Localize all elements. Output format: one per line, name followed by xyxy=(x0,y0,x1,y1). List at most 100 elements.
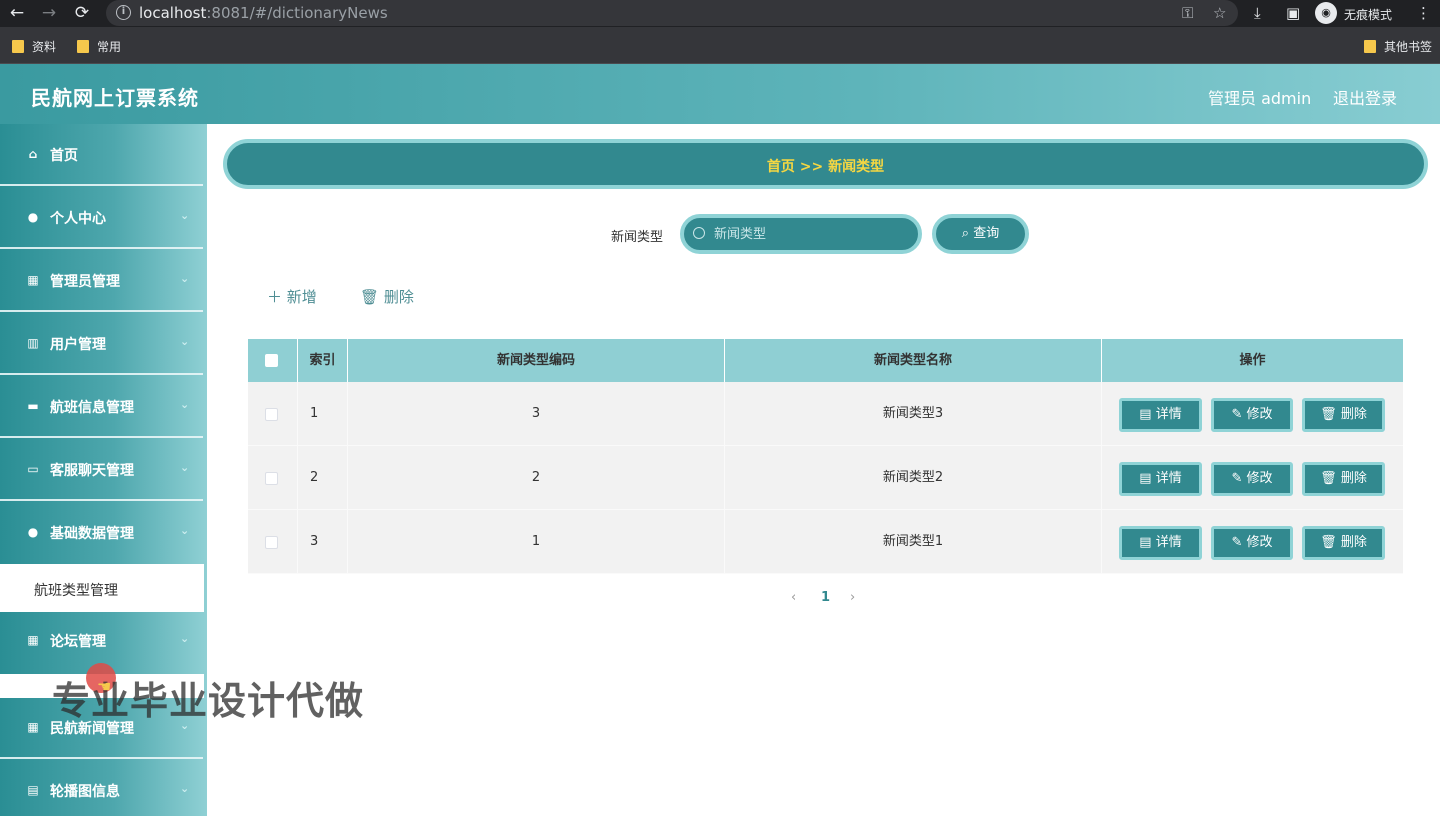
address-bar[interactable]: i localhost:8081/#/dictionaryNews ⚿ ☆ xyxy=(106,0,1238,26)
folder-icon xyxy=(1364,40,1376,53)
forward-icon[interactable]: → xyxy=(38,3,60,23)
sidebar-item-admins[interactable]: ▦ 管理员管理 ⌄ xyxy=(0,250,207,312)
app-header: 民航网上订票系统 管理员 admin 退出登录 xyxy=(0,64,1440,124)
incognito-icon[interactable]: ◉ xyxy=(1315,2,1337,24)
sidebar-item-flights[interactable]: ▬ 航班信息管理 ⌄ xyxy=(0,376,207,438)
search-icon xyxy=(693,227,705,239)
incognito-label[interactable]: 无痕模式 xyxy=(1344,6,1392,23)
search-icon: ⌕ xyxy=(961,226,974,241)
delete-button[interactable]: 🗑 删除 xyxy=(1302,398,1385,432)
sidebar-subitem-flight-type[interactable]: 航班类型管理 xyxy=(0,564,204,612)
trash-icon: 🗑 xyxy=(1320,535,1341,550)
sidebar-item-profile[interactable]: ● 个人中心 ⌄ xyxy=(0,187,207,249)
column-header[interactable]: 索引 xyxy=(298,339,348,382)
select-all-cell xyxy=(248,339,298,382)
breadcrumb-text[interactable]: 首页 >> 新闻类型 xyxy=(227,156,1424,176)
sidepanel-icon[interactable]: ▣ xyxy=(1286,4,1300,22)
pencil-icon: ✎ xyxy=(1231,471,1247,486)
detail-button[interactable]: ▤ 详情 xyxy=(1119,526,1202,560)
home-icon: ⌂ xyxy=(28,147,38,161)
row-select-cell xyxy=(248,510,298,574)
divider xyxy=(0,757,203,759)
row-index: 2 xyxy=(298,446,348,510)
row-checkbox[interactable] xyxy=(265,472,278,485)
row-checkbox[interactable] xyxy=(265,408,278,421)
logout-link[interactable]: 退出登录 xyxy=(1333,85,1397,109)
menu-icon[interactable]: ⋮ xyxy=(1416,4,1431,22)
trash-icon: 🗑 xyxy=(1320,407,1341,422)
delete-button[interactable]: 🗑 删除 xyxy=(1302,526,1385,560)
column-header[interactable]: 新闻类型编码 xyxy=(348,339,725,382)
column-header: 操作 xyxy=(1239,353,1266,368)
row-select-cell xyxy=(248,446,298,510)
plus-icon: ＋ xyxy=(267,288,283,306)
sidebar-item-users[interactable]: ▥ 用户管理 ⌄ xyxy=(0,313,207,375)
batch-delete-button[interactable]: 🗑 删除 xyxy=(360,286,414,307)
url-text[interactable]: localhost:8081/#/dictionaryNews xyxy=(139,4,388,22)
row-index: 1 xyxy=(298,382,348,446)
row-code: 1 xyxy=(348,510,725,574)
sidebar-item-chat[interactable]: ▭ 客服聊天管理 ⌄ xyxy=(0,439,207,501)
divider xyxy=(0,436,203,438)
edit-button[interactable]: ✎ 修改 xyxy=(1211,398,1293,432)
prev-page-icon[interactable]: ‹ xyxy=(791,590,796,605)
browser-toolbar: ← → ⟳ i localhost:8081/#/dictionaryNews … xyxy=(0,0,1440,27)
star-icon[interactable]: ☆ xyxy=(1213,4,1226,22)
other-bookmarks[interactable]: 其他书签 xyxy=(1364,38,1432,55)
document-icon: ▤ xyxy=(1139,407,1156,422)
breadcrumb: 首页 >> 新闻类型 xyxy=(223,139,1428,189)
back-icon[interactable]: ← xyxy=(6,3,28,23)
delete-button[interactable]: 🗑 删除 xyxy=(1302,462,1385,496)
bookmark-folder[interactable]: 常用 xyxy=(77,38,121,55)
sidebar-item-home[interactable]: ⌂ 首页 xyxy=(0,124,207,186)
table-row: 3 1 新闻类型1 ▤ 详情 ✎ 修改 🗑 删除 xyxy=(248,510,1403,574)
chevron-down-icon: ⌄ xyxy=(180,209,190,222)
row-code: 3 xyxy=(348,382,725,446)
grid-icon: ▦ xyxy=(27,633,39,647)
folder-icon xyxy=(77,40,89,53)
site-info-icon[interactable]: i xyxy=(116,5,131,20)
trash-icon: 🗑 xyxy=(360,288,380,306)
sidebar-item-base-data[interactable]: ● 基础数据管理 ⌄ xyxy=(0,502,207,564)
row-checkbox[interactable] xyxy=(265,536,278,549)
key-icon[interactable]: ⚿ xyxy=(1182,4,1193,22)
reload-icon[interactable]: ⟳ xyxy=(71,3,93,23)
chevron-down-icon: ⌄ xyxy=(180,272,190,285)
page-number[interactable]: 1 xyxy=(821,590,830,605)
detail-button[interactable]: ▤ 详情 xyxy=(1119,398,1202,432)
pencil-icon: ✎ xyxy=(1231,407,1247,422)
column-header[interactable]: 新闻类型名称 xyxy=(725,339,1102,382)
search-input[interactable] xyxy=(714,223,904,245)
document-icon: ▤ xyxy=(1139,535,1156,550)
next-page-icon[interactable]: › xyxy=(850,590,855,605)
chevron-down-icon: ⌄ xyxy=(180,632,190,645)
chevron-down-icon: ⌄ xyxy=(180,461,190,474)
row-code: 2 xyxy=(348,446,725,510)
chevron-down-icon: ⌄ xyxy=(180,782,190,795)
search-field[interactable] xyxy=(680,214,922,254)
bookmark-folder[interactable]: 资料 xyxy=(12,38,56,55)
chevron-down-icon: ⌄ xyxy=(180,398,190,411)
add-button[interactable]: ＋ 新增 xyxy=(267,286,317,307)
news-type-table: 索引 新闻类型编码 新闻类型名称 操作 1 3 新闻类型3 ▤ 详情 ✎ 修改 … xyxy=(248,339,1403,575)
edit-button[interactable]: ✎ 修改 xyxy=(1211,526,1293,560)
chevron-down-icon: ⌄ xyxy=(180,335,190,348)
divider xyxy=(0,184,203,186)
user-icon: ● xyxy=(27,210,39,224)
trash-icon: 🗑 xyxy=(1320,471,1341,486)
app-title: 民航网上订票系统 xyxy=(31,86,199,110)
row-actions: ▤ 详情 ✎ 修改 🗑 删除 xyxy=(1102,510,1403,574)
download-icon[interactable]: ⤓ xyxy=(1254,4,1261,22)
divider xyxy=(0,373,203,375)
divider xyxy=(0,499,203,501)
search-label: 新闻类型 xyxy=(611,230,664,245)
sidebar-item-carousel[interactable]: ▤ 轮播图信息 ⌄ xyxy=(0,760,207,822)
row-name: 新闻类型1 xyxy=(725,510,1102,574)
select-all-checkbox[interactable] xyxy=(265,354,278,367)
query-button[interactable]: ⌕ 查询 xyxy=(932,214,1029,254)
edit-button[interactable]: ✎ 修改 xyxy=(1211,462,1293,496)
user-icon: ● xyxy=(27,525,39,539)
detail-button[interactable]: ▤ 详情 xyxy=(1119,462,1202,496)
grid-icon: ▦ xyxy=(27,720,39,734)
row-actions: ▤ 详情 ✎ 修改 🗑 删除 xyxy=(1102,446,1403,510)
